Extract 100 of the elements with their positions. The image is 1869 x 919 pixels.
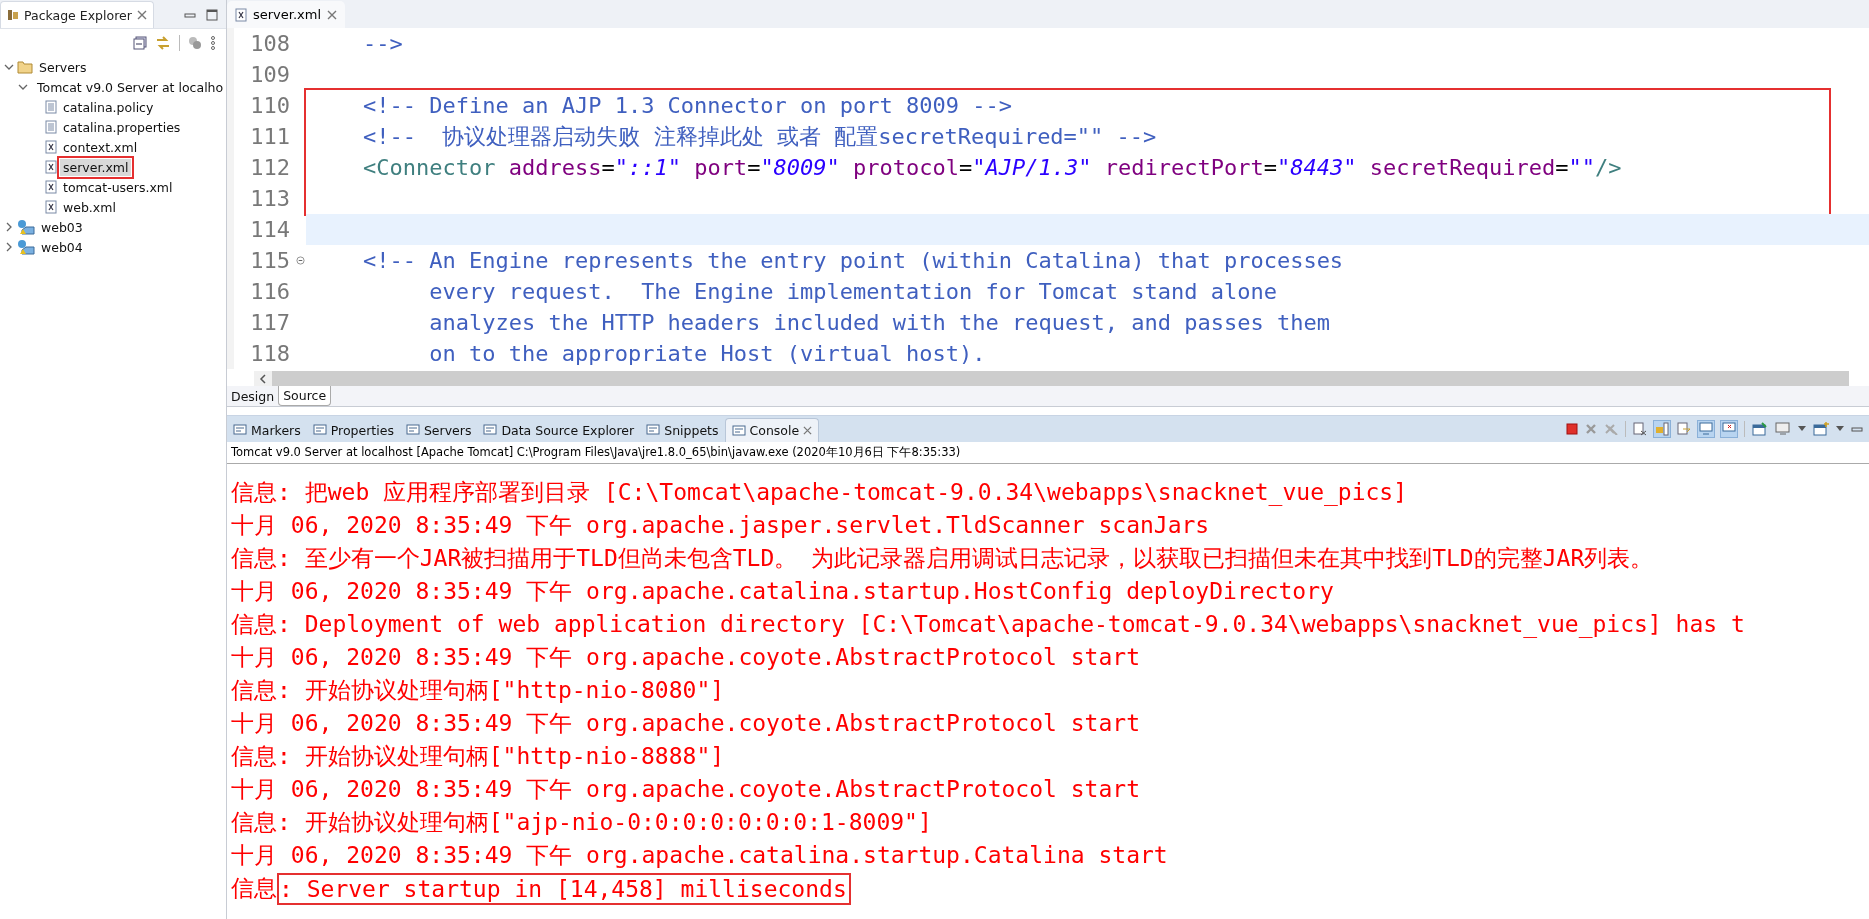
- panel-icon: [233, 424, 247, 436]
- close-icon[interactable]: [803, 426, 813, 435]
- xml-file-icon: [45, 140, 57, 154]
- tree-item[interactable]: catalina.properties: [60, 118, 184, 136]
- log-text: 信息: Deployment of web application directory [C:\Tomcat\apache-tomcat-9.0.34\webapps\snacknet_vue_pics] has t: [231, 610, 1745, 640]
- line-number: 116: [250, 279, 291, 304]
- tree-item[interactable]: Servers: [36, 58, 90, 76]
- editor-mode-tab[interactable]: Source: [278, 386, 332, 406]
- line-number: 111: [250, 124, 291, 149]
- tree-item[interactable]: web03: [38, 218, 86, 236]
- display-console-icon[interactable]: [1775, 422, 1791, 436]
- line-number: 110: [250, 93, 291, 118]
- chevron-icon[interactable]: [4, 222, 14, 232]
- panel-icon: [405, 424, 420, 436]
- link-icon[interactable]: [155, 36, 171, 50]
- editor-tab-title: server.xml: [253, 7, 322, 22]
- line-number: 117: [250, 310, 291, 335]
- log-text: 信息: 把web 应用程序部署到目录 [C:\Tomcat\apache-tomcat-9.0.34\webapps\snacknet_vue_pics]: [231, 478, 1408, 508]
- log-text: 十月 06, 2020 8:35:49 下午 org.apache.coyote.AbstractProtocol start: [231, 709, 1140, 738]
- xml-file-icon: [45, 200, 57, 214]
- code-line: <!-- 协议处理器启动失败 注释掉此处 或者 配置secretRequired="" -->: [361, 122, 1157, 151]
- process-label: Tomcat v9.0 Server at localhost [Apache Tomcat] C:\Program Files\Java\jre1.8.0_65\bin\javaw.exe (2020年10月6日 下午8:35:33): [227, 442, 1869, 464]
- code-line: every request. The Engine implementation for Tomcat stand alone: [428, 279, 1277, 304]
- word-wrap-icon[interactable]: [1677, 422, 1691, 436]
- text-file-icon: [45, 100, 57, 114]
- project-icon: [17, 219, 35, 235]
- show-error-icon[interactable]: [1721, 421, 1737, 437]
- close-icon[interactable]: [136, 10, 147, 20]
- collapse-all-icon[interactable]: [133, 36, 147, 50]
- stop-icon[interactable]: [1566, 423, 1578, 435]
- tree-item[interactable]: catalina.policy: [60, 98, 157, 116]
- caret-icon[interactable]: [1836, 426, 1844, 432]
- panel-icon: [483, 424, 498, 436]
- project-icon: [17, 239, 35, 255]
- log-text: 信息: 开始协议处理句柄["ajp-nio-0:0:0:0:0:0:0:1-8009"]: [231, 808, 932, 837]
- view-tab[interactable]: Servers: [399, 418, 478, 442]
- maximize-icon[interactable]: [206, 9, 218, 21]
- package-explorer-tab[interactable]: Package Explorer: [0, 1, 154, 28]
- code-line: analyzes the HTTP headers included with the request, and passes them: [428, 310, 1330, 335]
- line-number: 112: [250, 155, 291, 180]
- line-number: 115: [250, 248, 291, 273]
- fold-icon[interactable]: [296, 256, 305, 265]
- log-text: 信息: 至少有一个JAR被扫描用于TLD但尚未包含TLD。 为此记录器启用调试日志记录，以获取已扫描但未在其中找到TLD的完整JAR列表。: [231, 544, 1654, 573]
- tree-item[interactable]: tomcat-users.xml: [60, 178, 176, 196]
- code-line: on to the appropriate Host (virtual host).: [428, 341, 986, 366]
- log-text: 十月 06, 2020 8:35:49 下午 org.apache.coyote.AbstractProtocol start: [231, 643, 1140, 672]
- package-icon: [7, 9, 19, 21]
- folder-icon: [17, 60, 33, 74]
- view-title: Package Explorer: [24, 7, 132, 23]
- chevron-icon[interactable]: [4, 62, 14, 72]
- editor-mode-tab[interactable]: Design: [227, 386, 279, 406]
- log-text: 信息: [231, 874, 277, 903]
- xml-file-icon: [45, 160, 57, 174]
- log-text: 十月 06, 2020 8:35:49 下午 org.apache.catalina.startup.HostConfig deployDirectory: [231, 577, 1334, 606]
- code-line: <!-- Define an AJP 1.3 Connector on port 8009 -->: [361, 93, 1012, 118]
- view-menu-icon[interactable]: [210, 36, 216, 50]
- view-tab[interactable]: Data Source Explorer: [477, 418, 641, 442]
- tree-item[interactable]: server.xml: [60, 158, 132, 176]
- remove-icon[interactable]: [1585, 423, 1597, 435]
- code-line: -->: [361, 31, 403, 56]
- chevron-icon[interactable]: [18, 82, 28, 92]
- panel-icon: [731, 424, 746, 437]
- tree-item[interactable]: web.xml: [60, 198, 119, 216]
- line-number: 118: [250, 341, 291, 366]
- tree-item[interactable]: context.xml: [60, 138, 141, 156]
- show-output-icon[interactable]: [1698, 421, 1714, 437]
- text-file-icon: [45, 120, 57, 134]
- close-icon[interactable]: [327, 9, 338, 20]
- scroll-left-icon[interactable]: [254, 371, 272, 386]
- scroll-lock-icon[interactable]: [1654, 421, 1670, 437]
- line-number: 113: [250, 186, 291, 211]
- log-text: 十月 06, 2020 8:35:49 下午 org.apache.catalina.startup.Catalina start: [231, 841, 1168, 870]
- horizontal-scrollbar[interactable]: [254, 371, 1849, 386]
- log-text: 信息: 开始协议处理句柄["http-nio-8888"]: [231, 742, 725, 771]
- view-tab[interactable]: Console: [724, 418, 820, 442]
- pin-icon[interactable]: [1752, 422, 1768, 436]
- tree-item[interactable]: web04: [38, 238, 86, 256]
- xml-file-icon: [45, 180, 57, 194]
- clear-console-icon[interactable]: [1633, 422, 1647, 436]
- code-line: <!-- An Engine represents the entry point (within Catalina) that processes: [361, 248, 1344, 273]
- view-tab[interactable]: Markers: [227, 418, 307, 442]
- line-number: 114: [250, 217, 291, 242]
- log-text: 十月 06, 2020 8:35:49 下午 org.apache.jasper.servlet.TldScanner scanJars: [231, 511, 1210, 540]
- panel-icon: [312, 424, 327, 436]
- xml-file-icon: [235, 7, 247, 22]
- chevron-icon[interactable]: [4, 242, 14, 252]
- filter-icon[interactable]: [188, 36, 202, 50]
- editor-tab[interactable]: server.xml: [227, 1, 346, 28]
- view-tab[interactable]: Properties: [306, 418, 400, 442]
- log-text: 信息: 开始协议处理句柄["http-nio-8080"]: [231, 676, 725, 705]
- line-number: 109: [250, 62, 291, 87]
- panel-icon: [646, 424, 661, 436]
- log-text: 十月 06, 2020 8:35:49 下午 org.apache.coyote.AbstractProtocol start: [231, 775, 1140, 804]
- code-line: <Connector address="::1" port="8009" protocol="AJP/1.3" redirectPort="8443" secretRequired=""/>: [361, 155, 1622, 180]
- line-number: 108: [250, 31, 291, 56]
- tree-item[interactable]: Tomcat v9.0 Server at localho: [34, 78, 227, 96]
- caret-icon[interactable]: [1798, 426, 1806, 432]
- view-tab[interactable]: Snippets: [640, 418, 725, 442]
- highlighted-log-text: : Server startup in [14,458] milliseconds: [277, 872, 851, 905]
- new-console-icon[interactable]: [1813, 422, 1829, 436]
